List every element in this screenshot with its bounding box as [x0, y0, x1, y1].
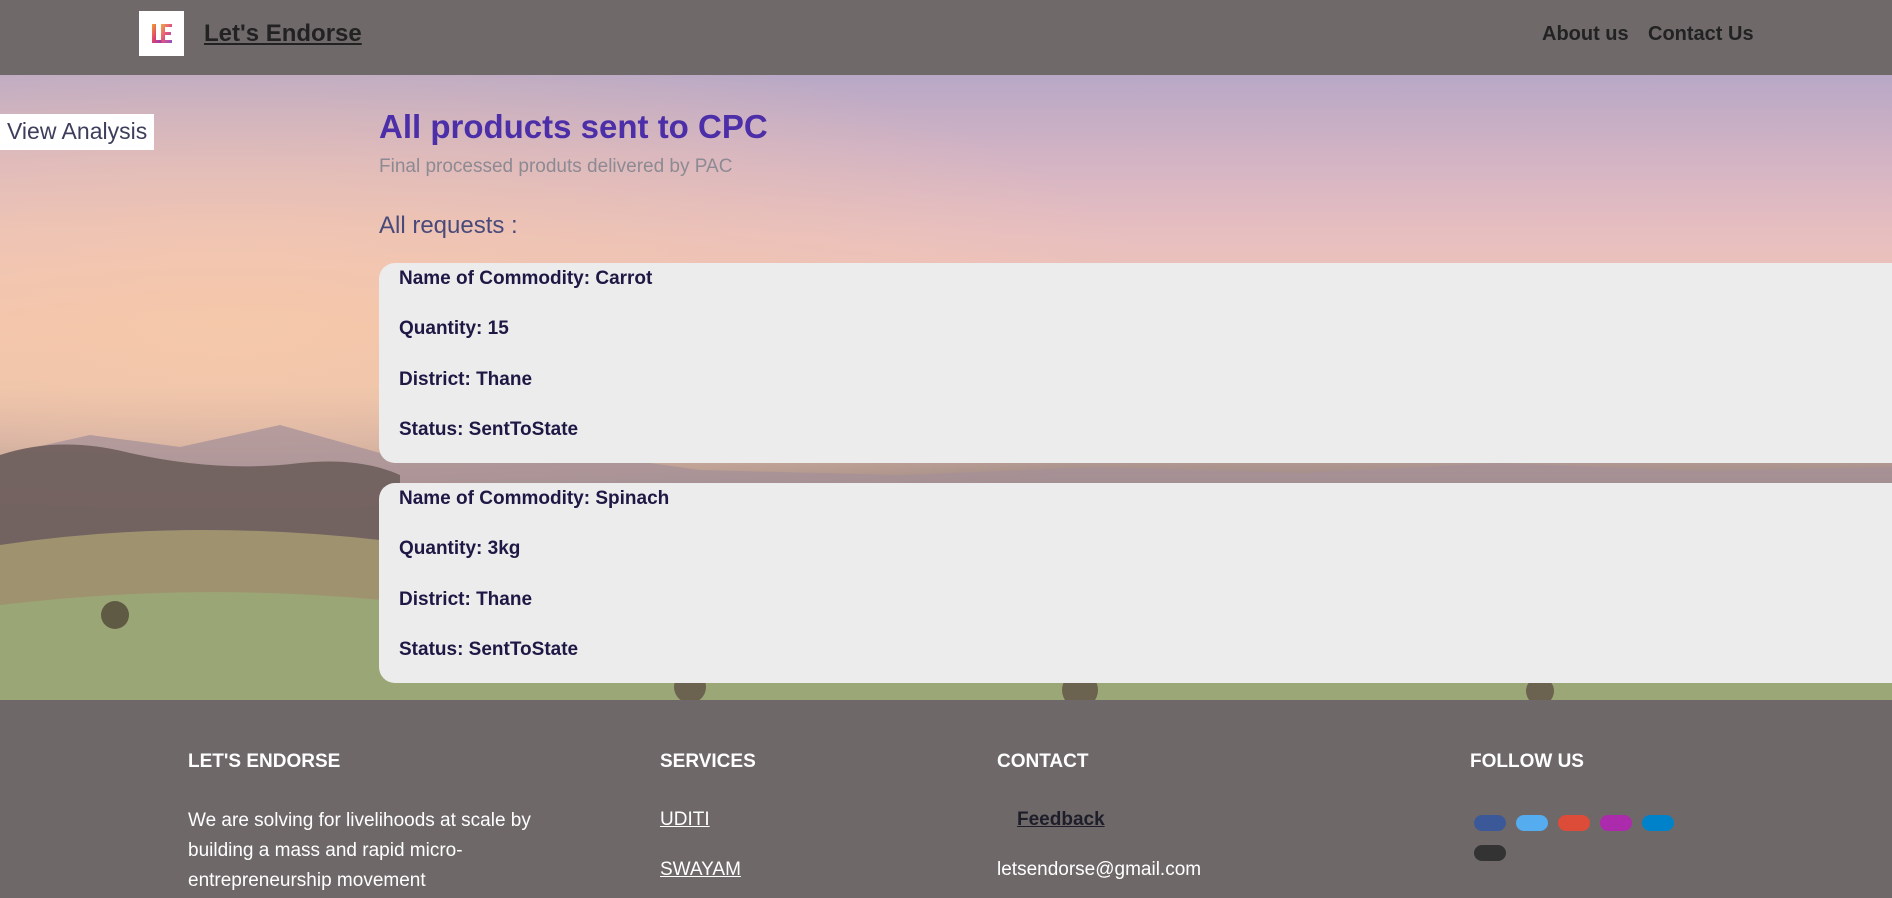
service-link-swayam[interactable]: SWAYAM: [660, 859, 741, 881]
district: District: Thane: [399, 589, 533, 610]
logo-icon: [151, 23, 172, 43]
requests-heading: All requests :: [379, 212, 518, 239]
footer-services-heading: SERVICES: [660, 751, 756, 772]
request-card: Name of Commodity: Carrot Quantity: 15 D…: [379, 263, 1892, 463]
github-icon[interactable]: [1474, 845, 1506, 861]
hero-background: View Analysis All products sent to CPC F…: [0, 75, 1892, 700]
quantity: Quantity: 3kg: [399, 538, 521, 559]
request-card: Name of Commodity: Spinach Quantity: 3kg…: [379, 483, 1892, 683]
twitter-icon[interactable]: [1516, 815, 1548, 831]
page-subtitle: Final processed produts delivered by PAC: [379, 156, 733, 177]
feedback-link[interactable]: Feedback: [1017, 809, 1105, 831]
page-title: All products sent to CPC: [379, 108, 768, 145]
footer-about-text: We are solving for livelihoods at scale …: [188, 810, 531, 891]
commodity-name: Name of Commodity: Spinach: [399, 488, 670, 509]
linkedin-icon[interactable]: [1642, 815, 1674, 831]
quantity: Quantity: 15: [399, 318, 509, 339]
facebook-icon[interactable]: [1474, 815, 1506, 831]
brand-link[interactable]: Let's Endorse: [204, 20, 362, 48]
logo[interactable]: [139, 11, 184, 56]
status: Status: SentToState: [399, 419, 579, 440]
google-icon[interactable]: [1558, 815, 1590, 831]
footer-follow-heading: FOLLOW US: [1470, 751, 1584, 772]
district: District: Thane: [399, 369, 533, 390]
footer-contact-heading: CONTACT: [997, 751, 1089, 772]
status: Status: SentToState: [399, 639, 579, 660]
nav-contact-us[interactable]: Contact Us: [1648, 23, 1754, 46]
service-link-uditi[interactable]: UDITI: [660, 809, 710, 831]
footer-about-heading: LET'S ENDORSE: [188, 751, 341, 772]
nav-about-us[interactable]: About us: [1542, 23, 1629, 46]
commodity-name: Name of Commodity: Carrot: [399, 268, 653, 289]
contact-email: letsendorse@gmail.com: [997, 859, 1202, 880]
navbar: Let's Endorse About us Contact Us: [0, 0, 1892, 75]
instagram-icon[interactable]: [1600, 815, 1632, 831]
view-analysis-button[interactable]: View Analysis: [0, 114, 155, 150]
footer: LET'S ENDORSE We are solving for livelih…: [0, 700, 1892, 898]
